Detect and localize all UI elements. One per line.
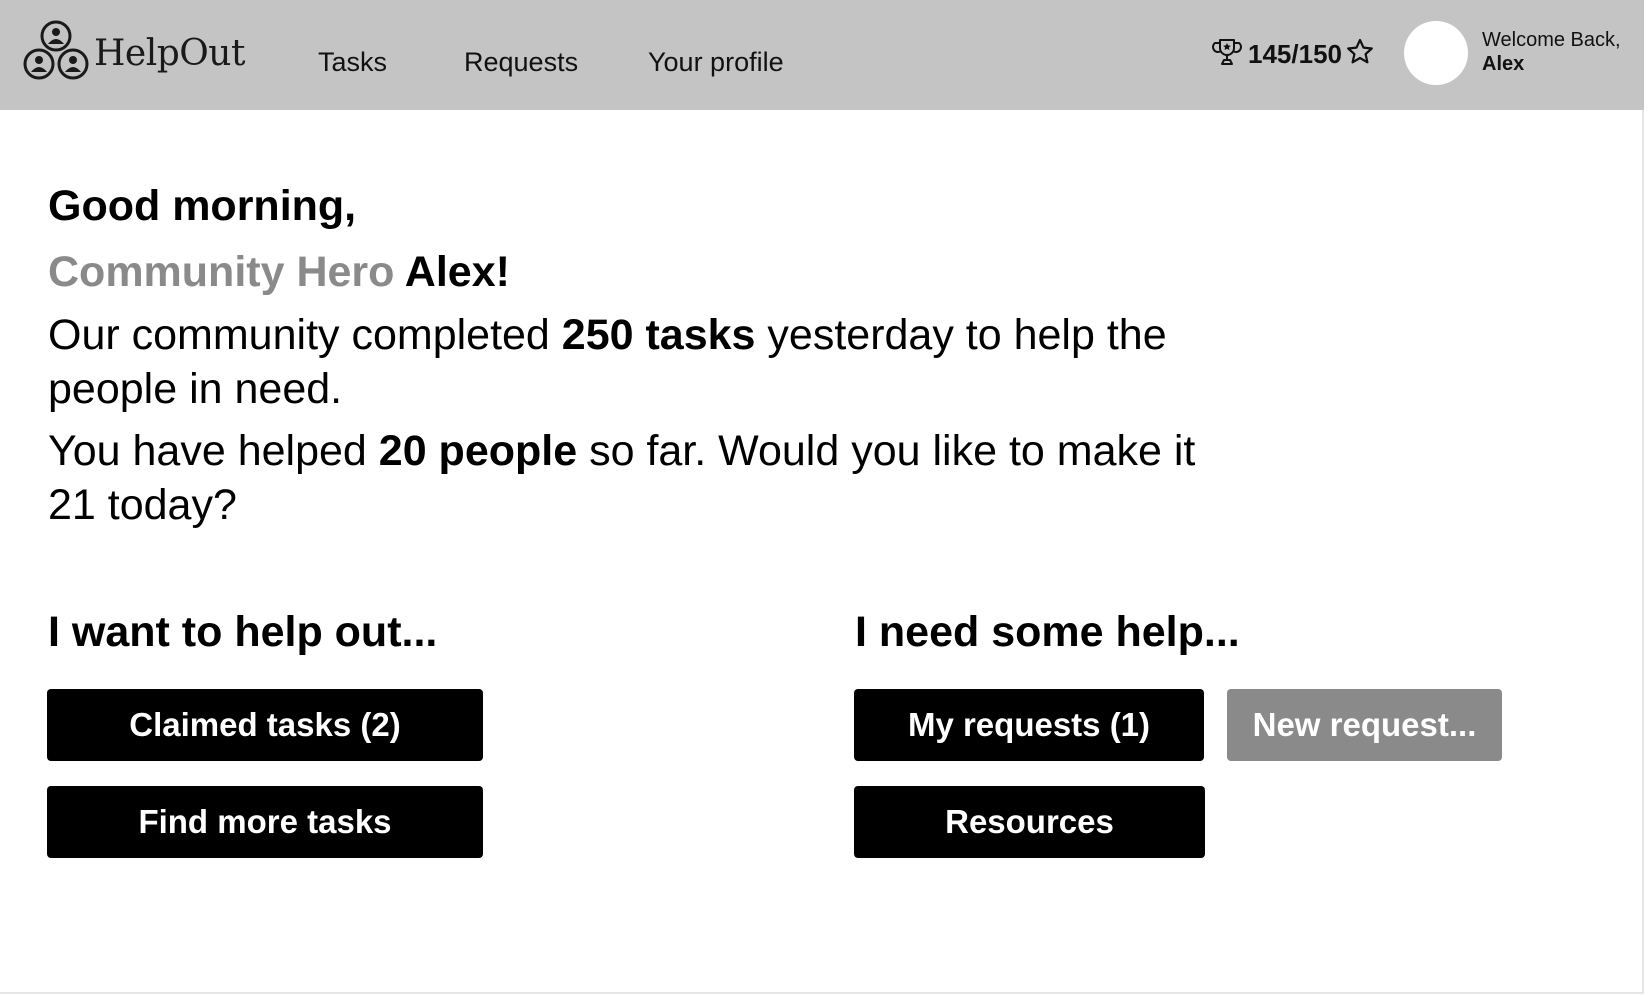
nav-your-profile[interactable]: Your profile <box>648 44 784 80</box>
my-requests-button[interactable]: My requests (1) <box>854 689 1204 761</box>
page: HelpOut Tasks Requests Your profile 145/ <box>0 0 1648 996</box>
app-logo[interactable]: HelpOut <box>22 20 245 84</box>
claimed-tasks-button[interactable]: Claimed tasks (2) <box>47 689 483 761</box>
find-more-tasks-button[interactable]: Find more tasks <box>47 786 483 858</box>
greeting-salutation: Good morning, <box>48 182 357 230</box>
nav-requests[interactable]: Requests <box>464 44 578 80</box>
new-request-button[interactable]: New request... <box>1227 689 1502 761</box>
community-prefix: Our community completed <box>48 311 562 359</box>
people-group-icon <box>22 20 90 84</box>
greeting-hero-line: Community Hero Alex! <box>48 244 1198 300</box>
resources-button[interactable]: Resources <box>854 786 1205 858</box>
app-name: HelpOut <box>94 32 245 74</box>
hero-title: Community Hero <box>48 248 395 296</box>
welcome-message: Welcome Back, Alex <box>1482 28 1621 76</box>
greeting-block: Good morning, Community Hero Alex! Our c… <box>48 178 1198 532</box>
points-value: 145/150 <box>1248 38 1342 69</box>
need-help-heading: I need some help... <box>855 608 1240 656</box>
personal-stats-text: You have helped 20 people so far. Would … <box>48 424 1198 532</box>
star-outline-icon <box>1346 38 1374 71</box>
welcome-label: Welcome Back, <box>1482 29 1621 51</box>
avatar[interactable] <box>1404 21 1468 85</box>
community-count: 250 tasks <box>561 311 756 359</box>
trophy-icon <box>1212 37 1242 72</box>
top-nav-bar: HelpOut Tasks Requests Your profile 145/ <box>0 0 1644 110</box>
user-name: Alex <box>1482 53 1525 75</box>
hero-name: Alex! <box>404 248 510 296</box>
personal-prefix: You have helped <box>48 427 379 475</box>
nav-tasks[interactable]: Tasks <box>318 44 387 80</box>
help-out-heading: I want to help out... <box>48 608 438 656</box>
community-stats-text: Our community completed 250 tasks yester… <box>48 308 1198 416</box>
personal-count: 20 people <box>378 427 578 475</box>
points-display: 145/150 <box>1212 36 1374 72</box>
